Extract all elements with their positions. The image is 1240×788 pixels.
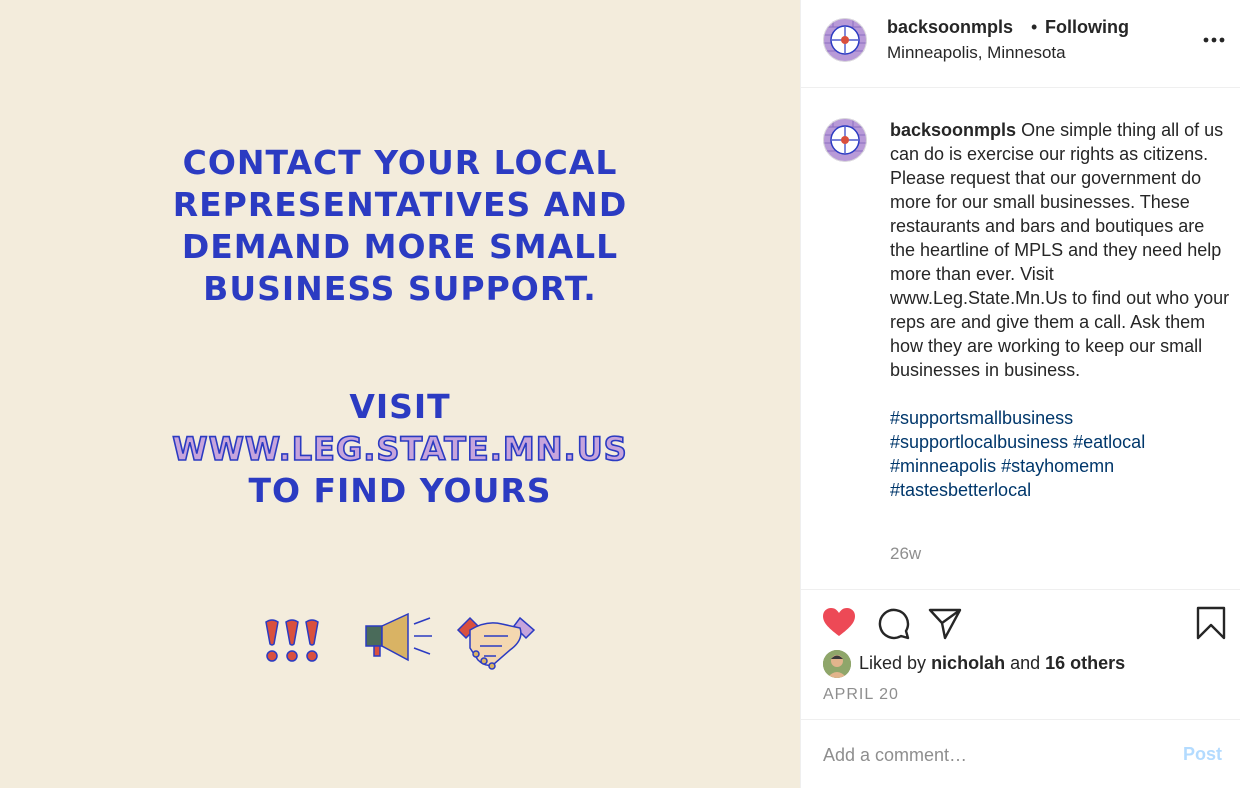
user-avatar-icon (823, 650, 851, 678)
avatar[interactable] (823, 18, 867, 62)
post-author-username[interactable]: backsoonmpls (887, 17, 1013, 38)
comment-icon[interactable] (875, 605, 911, 641)
comment-input[interactable] (823, 740, 1163, 770)
poster-icons (265, 612, 536, 670)
separator-dot: • (1031, 17, 1038, 37)
megaphone-icon (365, 612, 432, 662)
post-comment-button[interactable]: Post (1183, 744, 1222, 765)
hashtag-link[interactable]: #stayhomemn (1001, 456, 1114, 476)
liked-and: and (1010, 653, 1041, 673)
action-bar: Liked by nicholah and 16 others APRIL 20 (801, 590, 1240, 720)
headline-line: BUSINESS SUPPORT. (203, 269, 597, 308)
caption-username[interactable]: backsoonmpls (890, 120, 1016, 140)
post-header: backsoonmpls • Following Minneapolis, Mi… (801, 0, 1240, 88)
headline-line: REPRESENTATIVES AND (172, 185, 628, 224)
liked-by-user[interactable]: nicholah (931, 653, 1005, 673)
post-details-panel: backsoonmpls • Following Minneapolis, Mi… (800, 0, 1240, 788)
caption-avatar[interactable] (823, 118, 867, 162)
visit-text: VISIT (349, 387, 451, 426)
poster-visit-block: VISIT WWW.LEG.STATE.MN.US TO FIND YOURS (0, 386, 800, 512)
following-button[interactable]: Following (1045, 17, 1129, 38)
hashtag-link[interactable]: #supportsmallbusiness (890, 408, 1073, 428)
find-text: TO FIND YOURS (248, 471, 552, 510)
hashtag-link[interactable]: #supportlocalbusiness (890, 432, 1068, 452)
handshake-icon (456, 616, 536, 670)
hashtag-list: #supportsmallbusiness #supportlocalbusin… (890, 406, 1232, 502)
caption-text-block: backsoonmpls One simple thing all of us … (890, 118, 1232, 502)
post-image[interactable]: CONTACT YOUR LOCAL REPRESENTATIVES AND D… (0, 0, 800, 788)
poster-url: WWW.LEG.STATE.MN.US (171, 429, 628, 469)
share-icon[interactable] (927, 605, 963, 641)
comment-bar: Post (801, 720, 1240, 788)
headline-line: CONTACT YOUR LOCAL (182, 143, 618, 182)
post-date[interactable]: APRIL 20 (823, 686, 899, 704)
hashtag-link[interactable]: #minneapolis (890, 456, 996, 476)
caption-body: One simple thing all of us can do is exe… (890, 120, 1230, 380)
likes-summary: Liked by nicholah and 16 others (859, 653, 1125, 674)
liked-by-avatar[interactable] (823, 650, 851, 678)
caption-area: backsoonmpls One simple thing all of us … (801, 88, 1240, 590)
more-options-icon[interactable] (1199, 32, 1229, 48)
liked-prefix: Liked by (859, 653, 927, 673)
brick-target-avatar-icon (823, 118, 867, 162)
exclamation-marks-icon (265, 619, 319, 662)
poster-headline: CONTACT YOUR LOCAL REPRESENTATIVES AND D… (0, 142, 800, 310)
heart-icon[interactable] (821, 605, 857, 641)
post-location[interactable]: Minneapolis, Minnesota (887, 43, 1066, 63)
brick-target-avatar-icon (823, 18, 867, 62)
liked-others-link[interactable]: 16 others (1045, 653, 1125, 673)
post-age[interactable]: 26w (890, 544, 921, 564)
headline-line: DEMAND MORE SMALL (181, 227, 619, 266)
hashtag-link[interactable]: #eatlocal (1073, 432, 1145, 452)
bookmark-icon[interactable] (1193, 605, 1229, 641)
hashtag-link[interactable]: #tastesbetterlocal (890, 480, 1031, 500)
